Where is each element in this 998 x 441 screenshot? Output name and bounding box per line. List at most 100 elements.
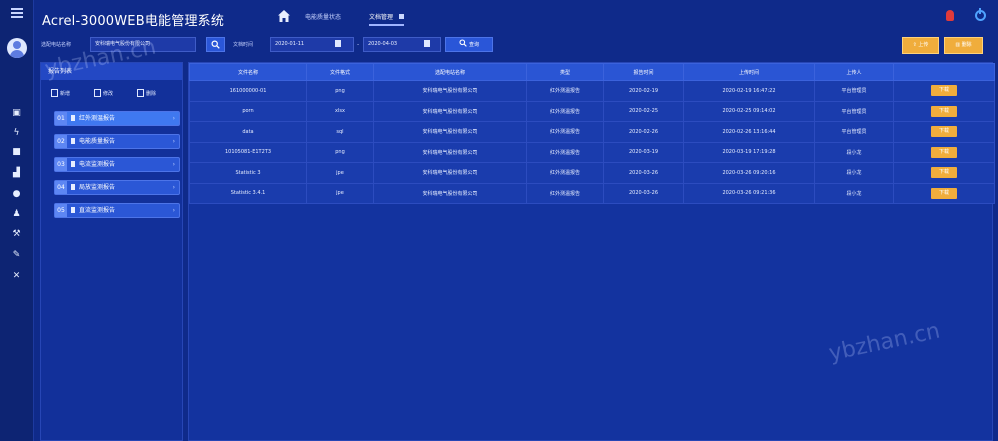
table-row[interactable]: 161000000-01 png 安科瑞电气股份有限公司 红外测温报告 2020… bbox=[189, 80, 995, 102]
edit-label: 修改 bbox=[103, 91, 114, 97]
delete-button-label: 删除 bbox=[961, 42, 972, 48]
close-icon[interactable] bbox=[398, 14, 404, 19]
table-cell: data bbox=[189, 121, 307, 143]
table-cell: 2020-02-19 16:47:22 bbox=[683, 80, 815, 102]
table-cell: 安科瑞电气股份有限公司 bbox=[373, 162, 527, 184]
column-header[interactable]: 选配电站名称 bbox=[373, 63, 527, 81]
tree-item-current[interactable]: 03 电流监测报告 › bbox=[54, 157, 180, 172]
tree-item-dc[interactable]: 05 直流监测报告 › bbox=[54, 203, 180, 218]
alarm-icon[interactable] bbox=[946, 10, 954, 21]
date-range-separator: - bbox=[357, 41, 360, 48]
table-cell: Statistic 3 bbox=[189, 162, 307, 184]
chevron-right-icon: › bbox=[172, 184, 175, 191]
table-cell: 安科瑞电气股份有限公司 bbox=[373, 100, 527, 122]
upload-button[interactable]: ⇪ 上传 bbox=[902, 37, 939, 54]
tools-icon[interactable]: ⚒ bbox=[11, 229, 22, 240]
search-button[interactable]: 查询 bbox=[445, 37, 493, 52]
folder-icon[interactable]: ■ bbox=[11, 147, 22, 158]
delete-report-button[interactable]: 删除 bbox=[137, 89, 156, 97]
table-cell: 2020-03-26 bbox=[603, 182, 684, 204]
table-cell: 10105081-E1T2T3 bbox=[189, 141, 307, 163]
menu-icon[interactable] bbox=[11, 8, 23, 20]
download-button[interactable]: 下载 bbox=[931, 187, 957, 199]
database-icon[interactable]: ● bbox=[11, 189, 22, 200]
user-icon[interactable]: ♟ bbox=[11, 209, 22, 220]
document-icon bbox=[71, 161, 75, 167]
home-icon[interactable] bbox=[277, 9, 291, 23]
tree-item-number: 01 bbox=[55, 112, 67, 125]
org-search-button[interactable] bbox=[206, 37, 225, 52]
table-cell: jpe bbox=[306, 162, 374, 184]
date-label: 文档时间 bbox=[233, 42, 254, 48]
table-cell: 段小龙 bbox=[814, 182, 894, 204]
table-cell: png bbox=[306, 80, 374, 102]
column-header[interactable]: 类型 bbox=[526, 63, 604, 81]
tree-item-power-quality[interactable]: 02 电能质量报告 › bbox=[54, 134, 180, 149]
lightning-icon[interactable]: ϟ bbox=[11, 128, 22, 139]
tree-item-label: 电能质量报告 bbox=[79, 138, 116, 145]
edit-icon bbox=[94, 89, 101, 97]
column-header[interactable]: 报告时间 bbox=[603, 63, 684, 81]
upload-button-label: 上传 bbox=[918, 42, 929, 48]
table-row[interactable]: Statistic 3 jpe 安科瑞电气股份有限公司 红外测温报告 2020-… bbox=[189, 162, 995, 184]
column-header[interactable]: 文件格式 bbox=[306, 63, 374, 81]
table-cell: 红外测温报告 bbox=[526, 121, 604, 143]
start-date-input[interactable]: 2020-01-11 bbox=[270, 37, 354, 52]
monitor-icon[interactable]: ▣ bbox=[11, 108, 22, 119]
download-button[interactable]: 下载 bbox=[931, 105, 957, 117]
table-row[interactable]: Statistic 3.4.1 jpe 安科瑞电气股份有限公司 红外测温报告 2… bbox=[189, 182, 995, 204]
edit-report-button[interactable]: 修改 bbox=[94, 89, 113, 97]
chevron-right-icon: › bbox=[172, 115, 175, 122]
table-row[interactable]: porn xlsx 安科瑞电气股份有限公司 红外测温报告 2020-02-25 … bbox=[189, 100, 995, 122]
column-header[interactable]: 上传时间 bbox=[683, 63, 815, 81]
document-icon bbox=[71, 115, 75, 121]
table-cell: 2020-03-19 bbox=[603, 141, 684, 163]
column-header[interactable]: 上传人 bbox=[814, 63, 894, 81]
table-cell: porn bbox=[189, 100, 307, 122]
power-icon[interactable] bbox=[975, 8, 986, 21]
tree-item-partial-discharge[interactable]: 04 局放监测报告 › bbox=[54, 180, 180, 195]
download-button[interactable]: 下载 bbox=[931, 126, 957, 138]
table-cell: 平台管理员 bbox=[814, 100, 894, 122]
search-icon bbox=[459, 39, 467, 47]
tree-item-label: 电流监测报告 bbox=[79, 161, 116, 168]
download-button[interactable]: 下载 bbox=[931, 146, 957, 158]
table-cell: jpe bbox=[306, 182, 374, 204]
tab-power-quality[interactable]: 电能质量状态 bbox=[305, 12, 341, 21]
download-button[interactable]: 下载 bbox=[931, 85, 957, 97]
chevron-right-icon: › bbox=[172, 138, 175, 145]
table-cell: 红外测温报告 bbox=[526, 141, 604, 163]
table-cell: 下载 bbox=[893, 80, 995, 102]
table-cell: png bbox=[306, 141, 374, 163]
add-icon bbox=[51, 89, 58, 97]
calendar-icon[interactable] bbox=[335, 40, 341, 47]
table-row[interactable]: 10105081-E1T2T3 png 安科瑞电气股份有限公司 红外测温报告 2… bbox=[189, 141, 995, 163]
add-label: 新增 bbox=[60, 91, 71, 97]
tree-item-infrared[interactable]: 01 红外测温报告 › bbox=[54, 111, 180, 126]
tab-document-management[interactable]: 文档管理 bbox=[369, 12, 404, 26]
tree-item-label: 红外测温报告 bbox=[79, 115, 116, 122]
table-cell: 下载 bbox=[893, 162, 995, 184]
table-cell: 安科瑞电气股份有限公司 bbox=[373, 121, 527, 143]
document-icon bbox=[71, 138, 75, 144]
table-row[interactable]: data sql 安科瑞电气股份有限公司 红外测温报告 2020-02-26 2… bbox=[189, 121, 995, 143]
table-cell: xlsx bbox=[306, 100, 374, 122]
delete-button[interactable]: ▥ 删除 bbox=[944, 37, 983, 54]
add-report-button[interactable]: 新增 bbox=[51, 89, 70, 97]
column-header[interactable]: 文件名称 bbox=[189, 63, 307, 81]
chevron-right-icon: › bbox=[172, 207, 175, 214]
table-cell: 2020-02-25 09:14:02 bbox=[683, 100, 815, 122]
table-cell: 下载 bbox=[893, 121, 995, 143]
table-cell: 2020-02-26 13:16:44 bbox=[683, 121, 815, 143]
top-bar: Acrel-3000WEB电能管理系统 电能质量状态 文档管理 bbox=[34, 0, 998, 34]
download-button[interactable]: 下载 bbox=[931, 167, 957, 179]
table-cell: 安科瑞电气股份有限公司 bbox=[373, 80, 527, 102]
search-icon bbox=[211, 40, 220, 49]
calendar-icon[interactable] bbox=[424, 40, 430, 47]
settings-icon[interactable]: ✕ bbox=[11, 271, 22, 282]
edit-icon[interactable]: ✎ bbox=[11, 250, 22, 261]
document-table-panel: 文件名称 文件格式 选配电站名称 类型 报告时间 上传时间 上传人 161000… bbox=[188, 62, 995, 441]
filter-bar: 选配电站名称 安科瑞电气股份有限公司 文档时间 2020-01-11 - 202… bbox=[34, 34, 998, 56]
avatar[interactable] bbox=[7, 38, 27, 58]
bar-chart-icon[interactable]: ▟ bbox=[11, 168, 22, 179]
